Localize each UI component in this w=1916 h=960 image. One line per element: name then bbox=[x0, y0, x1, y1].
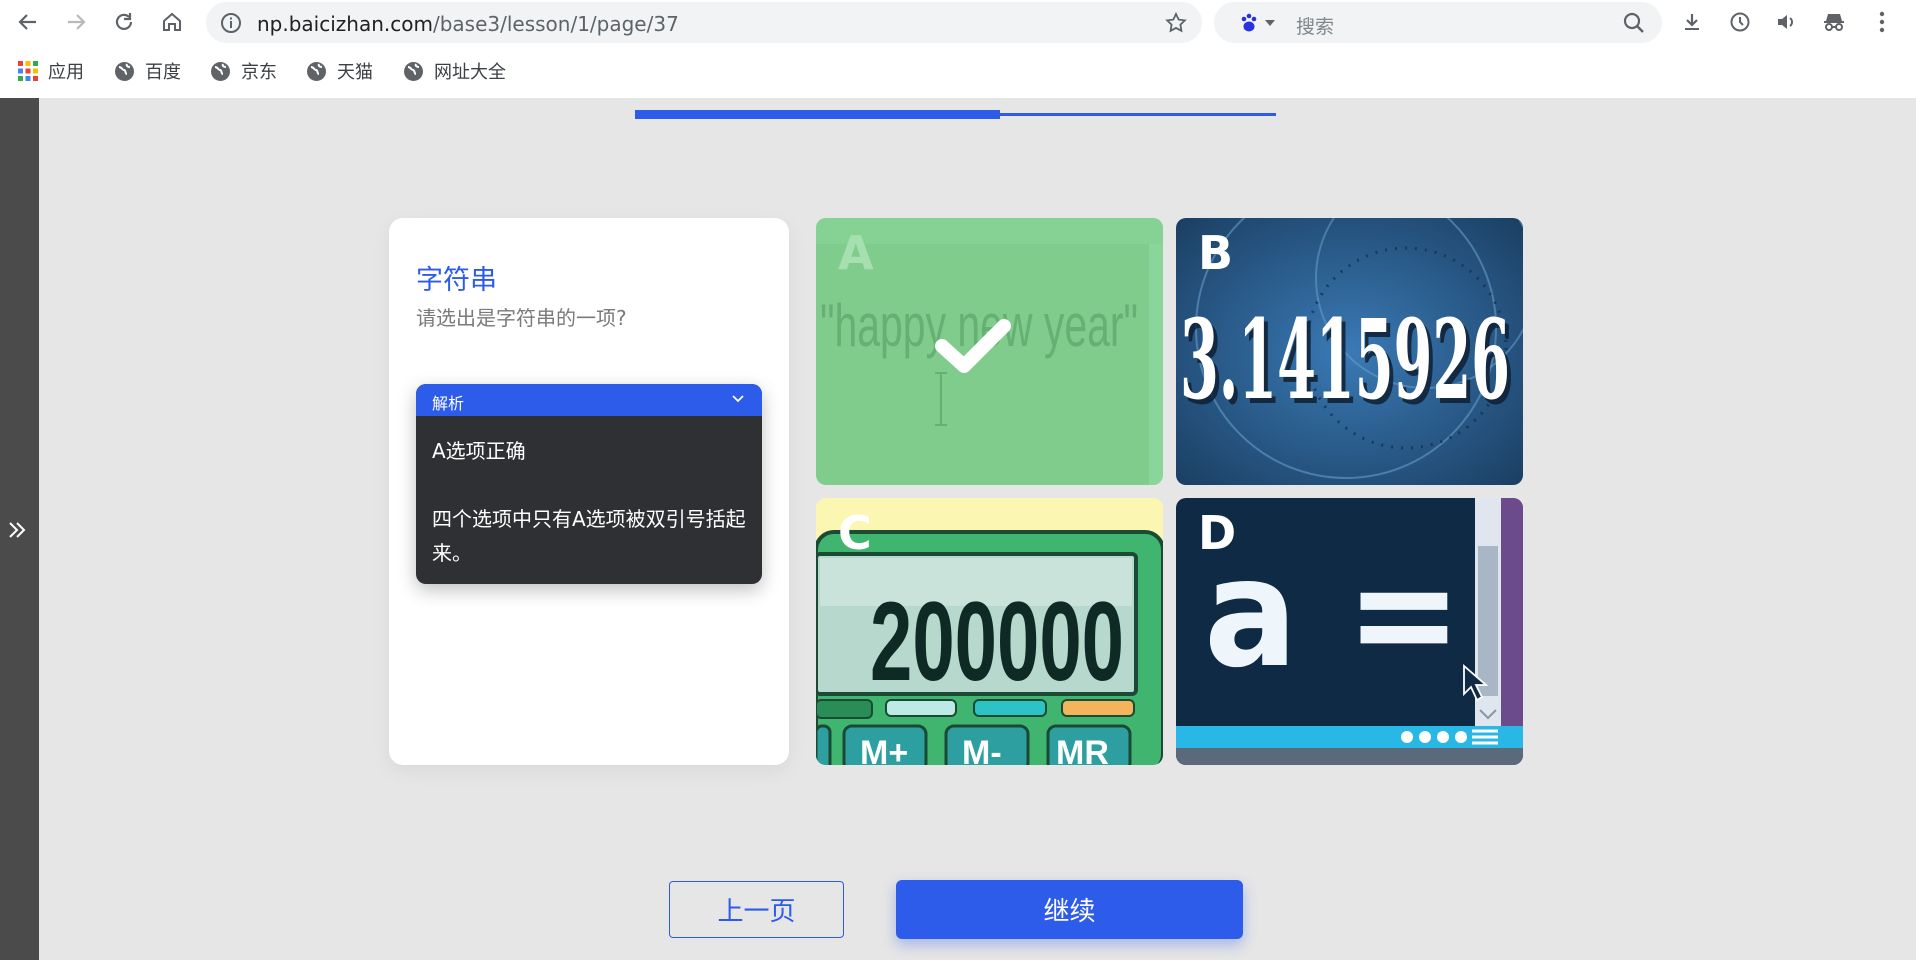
chevron-down-icon[interactable] bbox=[730, 390, 746, 410]
url-host: np.baicizhan.com bbox=[257, 12, 433, 36]
download-icon bbox=[1685, 14, 1699, 30]
incognito-button[interactable] bbox=[1820, 8, 1848, 36]
analysis-body: A选项正确 四个选项中只有A选项被双引号括起来。 bbox=[416, 416, 762, 584]
arrow-right-icon bbox=[68, 14, 86, 30]
option-a[interactable]: "happy new year" A bbox=[816, 218, 1163, 485]
globe-icon bbox=[115, 61, 134, 81]
speaker-icon bbox=[1778, 15, 1793, 29]
bookmark-label: 百度 bbox=[145, 62, 181, 83]
search-placeholder: 搜索 bbox=[1296, 16, 1335, 38]
expand-sidebar-button[interactable] bbox=[6, 518, 28, 548]
info-icon[interactable] bbox=[220, 12, 242, 38]
clock-icon bbox=[1730, 12, 1750, 32]
download-button[interactable] bbox=[1678, 8, 1706, 36]
reload-button[interactable] bbox=[108, 6, 140, 38]
sound-button[interactable] bbox=[1772, 8, 1800, 36]
option-d-text: a = bbox=[1204, 527, 1462, 701]
option-c[interactable]: 200000 M+ M- MR C bbox=[816, 498, 1163, 765]
option-b-text: 3.1415926 bbox=[1180, 295, 1510, 424]
search-box[interactable]: 搜索 bbox=[1214, 2, 1662, 43]
home-button[interactable] bbox=[156, 6, 188, 38]
key-mr: MR bbox=[1056, 734, 1109, 765]
reload-icon bbox=[115, 13, 133, 30]
bookmark-label: 网址大全 bbox=[434, 62, 506, 83]
option-d[interactable]: a = D bbox=[1176, 498, 1523, 765]
bookmarks-bar: 应用 百度 京东 天猫 网址大全 bbox=[0, 44, 1916, 98]
globe-icon bbox=[404, 61, 423, 81]
bookmark-label: 应用 bbox=[48, 62, 84, 83]
bookmark-label: 天猫 bbox=[337, 62, 373, 83]
bookmark-apps[interactable]: 应用 bbox=[18, 58, 84, 84]
browser-toolbar: np.baicizhan.com/base3/lesson/1/page/37 … bbox=[0, 0, 1916, 44]
search-icon[interactable] bbox=[1622, 11, 1646, 39]
option-c-text: 200000 bbox=[870, 579, 1124, 704]
bookmark-baidu[interactable]: 百度 bbox=[114, 58, 181, 84]
bookmark-tmall[interactable]: 天猫 bbox=[306, 58, 373, 84]
sidebar-collapsed bbox=[0, 98, 39, 960]
caret-down-icon bbox=[1265, 20, 1275, 26]
bookmark-label: 京东 bbox=[241, 62, 277, 83]
analysis-header[interactable]: 解析 bbox=[416, 384, 762, 416]
home-icon bbox=[163, 12, 181, 31]
more-vertical-icon bbox=[1879, 11, 1885, 33]
option-b-letter: B bbox=[1198, 226, 1234, 280]
bookmark-jd[interactable]: 京东 bbox=[210, 58, 277, 84]
progress-fill bbox=[635, 110, 1000, 119]
option-a-letter: A bbox=[838, 226, 874, 280]
analysis-line-1: A选项正确 bbox=[432, 439, 526, 463]
menu-button[interactable] bbox=[1868, 8, 1896, 36]
bookmark-directory[interactable]: 网址大全 bbox=[403, 58, 506, 84]
double-chevron-right-icon bbox=[9, 522, 26, 538]
question-card: 字符串 请选出是字符串的一项? 解析 A选项正确 四个选项中只有A选项被双引号括… bbox=[389, 218, 789, 765]
apps-grid-icon bbox=[18, 61, 38, 81]
globe-icon bbox=[211, 61, 230, 81]
arrow-left-icon bbox=[18, 14, 36, 30]
url-text: np.baicizhan.com/base3/lesson/1/page/37 bbox=[257, 12, 679, 36]
baidu-paw-icon bbox=[1241, 13, 1257, 32]
back-button[interactable] bbox=[12, 6, 44, 38]
question-title: 字符串 bbox=[416, 265, 497, 296]
question-text: 请选出是字符串的一项? bbox=[416, 306, 627, 330]
analysis-line-2: 四个选项中只有A选项被双引号括起来。 bbox=[432, 507, 746, 565]
url-path: /base3/lesson/1/page/37 bbox=[432, 12, 679, 36]
lesson-page: 字符串 请选出是字符串的一项? 解析 A选项正确 四个选项中只有A选项被双引号括… bbox=[0, 98, 1916, 960]
option-d-letter: D bbox=[1198, 506, 1237, 560]
option-b[interactable]: 3.1415926 3.1415926 B bbox=[1176, 218, 1523, 485]
option-c-letter: C bbox=[838, 506, 872, 560]
key-m-plus: M+ bbox=[860, 734, 908, 765]
key-m-minus: M- bbox=[962, 734, 1002, 765]
analysis-panel: 解析 A选项正确 四个选项中只有A选项被双引号括起来。 bbox=[416, 384, 762, 584]
globe-icon bbox=[307, 61, 326, 81]
continue-button[interactable]: 继续 bbox=[896, 880, 1243, 939]
previous-page-button[interactable]: 上一页 bbox=[669, 881, 844, 938]
bookmark-star-icon[interactable] bbox=[1164, 11, 1188, 39]
address-bar[interactable]: np.baicizhan.com/base3/lesson/1/page/37 bbox=[206, 2, 1202, 43]
forward-button[interactable] bbox=[60, 6, 92, 38]
search-engine-selector[interactable] bbox=[1238, 12, 1276, 34]
analysis-header-label: 解析 bbox=[432, 394, 465, 413]
incognito-icon bbox=[1824, 14, 1844, 31]
history-button[interactable] bbox=[1726, 8, 1754, 36]
